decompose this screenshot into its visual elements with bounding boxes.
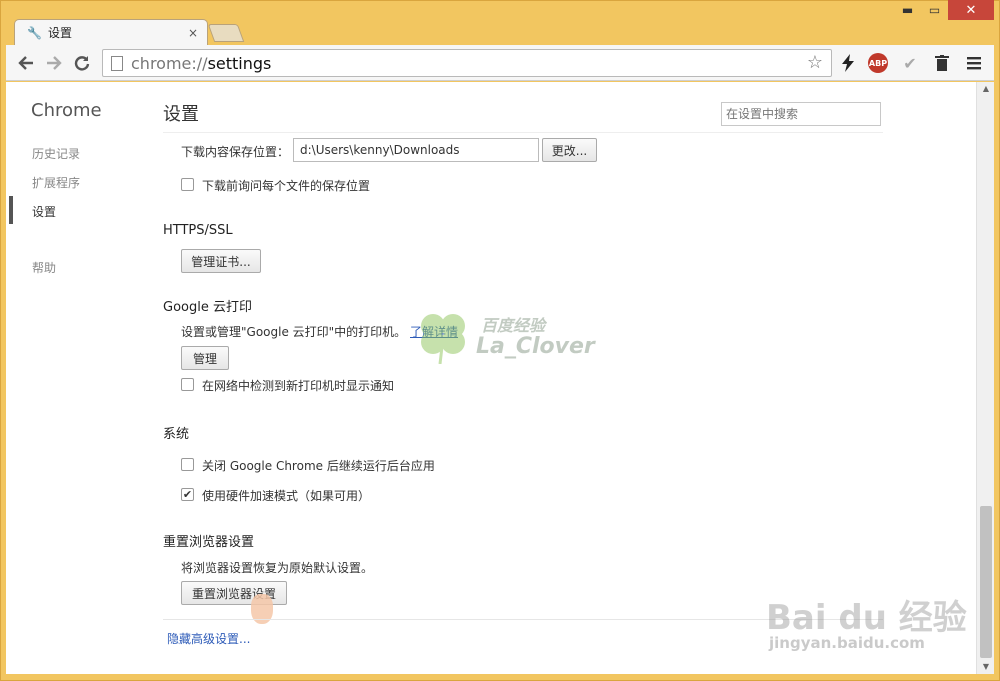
manage-printers-button[interactable]: 管理 <box>181 346 229 370</box>
tab-title: 设置 <box>47 26 72 40</box>
adblock-plus-icon[interactable]: ABP <box>868 53 888 73</box>
new-tab-button[interactable] <box>207 24 245 42</box>
forward-arrow-icon[interactable] <box>40 49 68 77</box>
background-apps-label: 关闭 Google Chrome 后继续运行后台应用 <box>202 459 435 473</box>
vertical-scrollbar[interactable]: ▲ ▼ <box>976 82 994 674</box>
https-heading: HTTPS/SSL <box>163 223 233 238</box>
clover-watermark-en: La_Clover <box>476 334 595 359</box>
hide-advanced-link[interactable]: 隐藏高级设置... <box>167 630 250 647</box>
close-window-button[interactable]: ✕ <box>948 0 994 20</box>
scroll-up-arrow-icon[interactable]: ▲ <box>977 82 995 96</box>
window-controls: ▬ ▭ ✕ <box>894 0 994 20</box>
scroll-down-arrow-icon[interactable]: ▼ <box>977 660 995 674</box>
wrench-icon: 🔧 <box>27 25 42 40</box>
background-apps-checkbox[interactable] <box>181 458 194 471</box>
sidebar-item-history[interactable]: 历史记录 <box>32 145 80 162</box>
ask-location-checkbox[interactable] <box>181 178 194 191</box>
page-icon <box>111 55 123 71</box>
lightning-extension-icon[interactable] <box>836 51 860 75</box>
sidebar-item-extensions[interactable]: 扩展程序 <box>32 174 80 191</box>
maximize-button[interactable]: ▭ <box>921 0 948 20</box>
menu-icon[interactable] <box>962 51 986 75</box>
url-path: settings <box>207 53 272 73</box>
tab-settings[interactable]: 🔧 设置 × <box>14 19 208 45</box>
system-heading: 系统 <box>163 427 190 442</box>
minimize-button[interactable]: ▬ <box>894 0 921 20</box>
download-location-field[interactable]: d:\Users\kenny\Downloads <box>293 138 539 162</box>
scrollbar-thumb[interactable] <box>980 506 992 658</box>
ask-location-label: 下载前询问每个文件的保存位置 <box>202 179 371 193</box>
cloud-print-heading: Google 云打印 <box>163 300 252 315</box>
settings-page: Chrome 历史记录 扩展程序 设置 帮助 设置 下载内容保存位置： d:\U… <box>6 82 976 674</box>
tab-close-icon[interactable]: × <box>185 26 201 40</box>
cloud-print-desc: 设置或管理"Google 云打印"中的打印机。 了解详情 <box>181 323 458 340</box>
bookmark-star-icon[interactable]: ☆ <box>807 52 823 73</box>
cloud-print-desc-text: 设置或管理"Google 云打印"中的打印机。 <box>181 325 407 339</box>
nav-title: Chrome <box>31 100 102 121</box>
baidu-watermark: Bai du 经验 <box>766 598 967 638</box>
reset-desc: 将浏览器设置恢复为原始默认设置。 <box>181 561 374 575</box>
baidu-watermark-url: jingyan.baidu.com <box>769 634 925 652</box>
reload-icon[interactable] <box>68 49 96 77</box>
download-location-label: 下载内容保存位置： <box>181 145 290 159</box>
settings-search-input[interactable] <box>721 102 881 126</box>
hardware-accel-checkbox[interactable]: ✔ <box>181 488 194 501</box>
clover-watermark-icon <box>418 308 468 365</box>
toolbar: chrome://settings ☆ ABP ✔ <box>6 45 994 81</box>
hardware-accel-label: 使用硬件加速模式（如果可用） <box>202 489 371 503</box>
page-title: 设置 <box>163 104 199 125</box>
address-bar[interactable]: chrome://settings ☆ <box>102 49 832 77</box>
trash-icon[interactable] <box>930 51 954 75</box>
sidebar-item-help[interactable]: 帮助 <box>32 259 56 276</box>
active-indicator <box>9 196 13 224</box>
checkmark-extension-icon[interactable]: ✔ <box>898 51 922 75</box>
sidebar-item-settings[interactable]: 设置 <box>32 203 56 220</box>
reset-heading: 重置浏览器设置 <box>163 535 255 550</box>
back-arrow-icon[interactable] <box>12 49 40 77</box>
change-location-button[interactable]: 更改... <box>542 138 597 162</box>
clover-watermark-cn: 百度经验 <box>481 316 546 335</box>
printer-notify-label: 在网络中检测到新打印机时显示通知 <box>202 379 395 393</box>
url-scheme: chrome:// <box>131 53 208 73</box>
manage-certs-button[interactable]: 管理证书... <box>181 249 261 273</box>
title-divider <box>163 132 883 133</box>
printer-notify-checkbox[interactable] <box>181 378 194 391</box>
